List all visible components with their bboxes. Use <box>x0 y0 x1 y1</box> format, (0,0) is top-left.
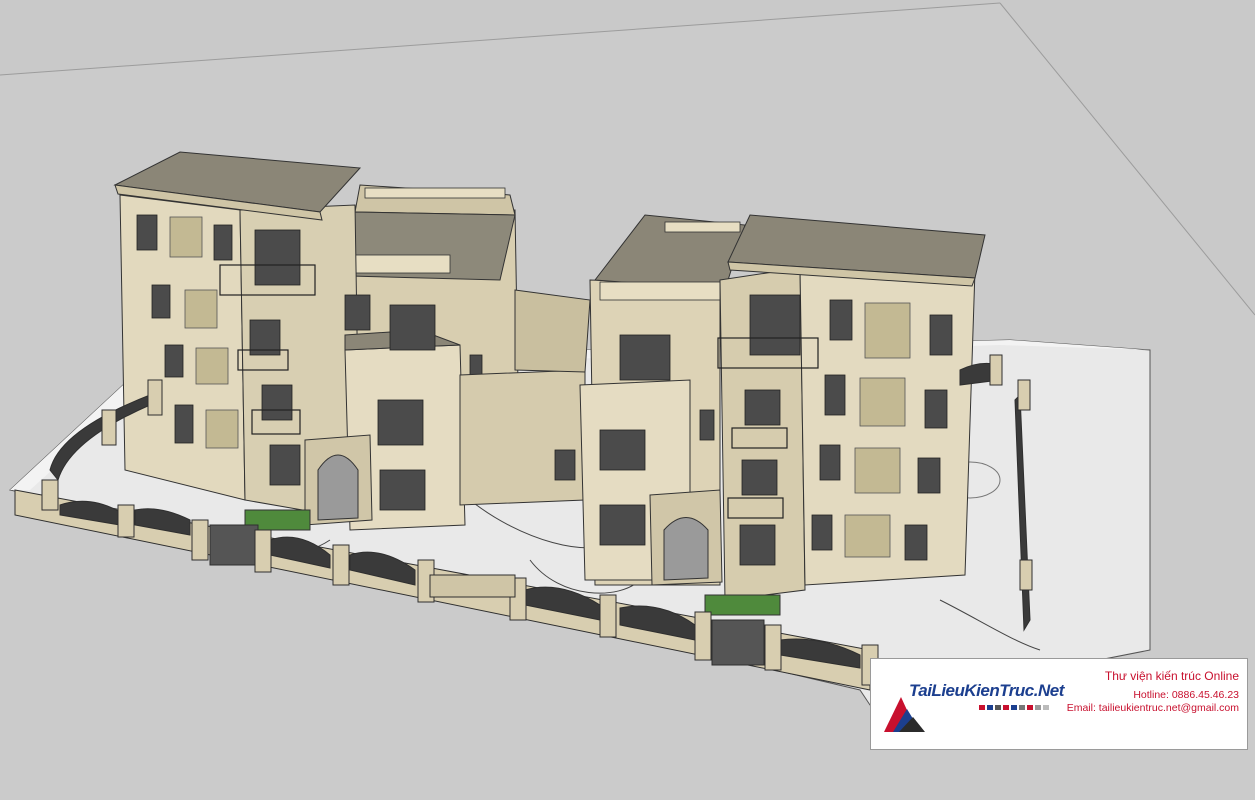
watermark-hotline: Hotline: 0886.45.46.23 <box>1133 689 1239 701</box>
model-viewport[interactable]: TaiLieuKienTruc.Net Thư viện kiến trúc O… <box>0 0 1255 800</box>
watermark-title: Thư viện kiến trúc Online <box>1104 669 1239 683</box>
watermark-email: Email: tailieukientruc.net@gmail.com <box>1066 702 1239 714</box>
right-villa <box>554 214 986 616</box>
brand-name: TaiLieuKienTruc.Net <box>909 681 1064 700</box>
brand-swatches <box>979 705 1049 710</box>
left-villa <box>113 151 521 531</box>
watermark-panel: TaiLieuKienTruc.Net Thư viện kiến trúc O… <box>870 658 1248 750</box>
